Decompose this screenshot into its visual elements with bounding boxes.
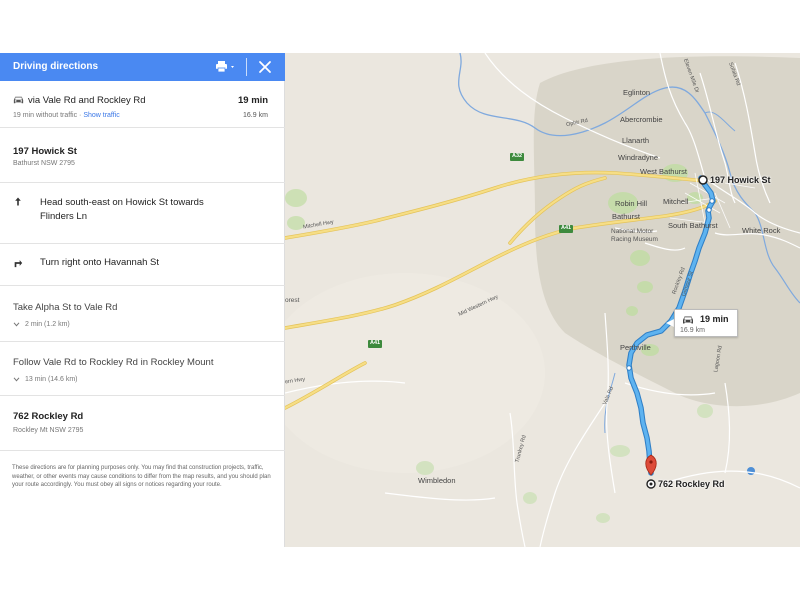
group-title: Take Alpha St to Vale Rd — [13, 302, 118, 313]
directions-panel: Driving directions via Vale Rd and Rockl… — [0, 53, 285, 547]
place-abercrombie: Abercrombie — [620, 115, 663, 124]
group-alpha-st[interactable]: Take Alpha St to Vale Rd 2 min (1.2 km) — [0, 286, 285, 342]
route-callout-time: 19 min — [700, 314, 729, 324]
origin-locality: Bathurst NSW 2795 — [13, 160, 75, 167]
destination-section[interactable]: 762 Rockley Rd Rockley Mt NSW 2795 — [0, 396, 285, 451]
route-callout-tail — [666, 319, 674, 327]
route-summary[interactable]: via Vale Rd and Rockley Rd 19 min 19 min… — [0, 81, 285, 128]
place-national-motor: National Motor — [611, 228, 654, 235]
route-duration: 19 min — [238, 95, 269, 106]
origin-section[interactable]: 197 Howick St Bathurst NSW 2795 — [0, 128, 285, 183]
map-canvas[interactable]: Eglinton Abercrombie Llanarth Windradyne… — [285, 53, 800, 547]
panel-header: Driving directions — [0, 53, 285, 81]
route-traffic-line: 19 min without traffic · Show traffic — [13, 112, 120, 119]
place-windradyne: Windradyne — [618, 153, 659, 162]
place-eglinton: Eglinton — [623, 88, 651, 97]
disclaimer-text: These directions are for planning purpos… — [12, 465, 271, 489]
arrow-up-icon — [15, 197, 21, 206]
print-icon[interactable] — [215, 60, 237, 74]
origin-name: 197 Howick St — [13, 146, 77, 157]
destination-name: 762 Rockley Rd — [13, 411, 84, 422]
show-traffic-link[interactable]: Show traffic — [83, 112, 119, 119]
route-callout[interactable]: 19 min 16.9 km — [674, 309, 738, 337]
group-detail: 2 min (1.2 km) — [25, 321, 70, 328]
place-west-bathurst: West Bathurst — [640, 167, 687, 176]
place-llanarth: Llanarth — [622, 136, 650, 145]
group-title: Follow Vale Rd to Rockley Rd in Rockley … — [13, 357, 214, 368]
origin-marker — [698, 175, 708, 185]
turn-right-icon — [14, 260, 23, 268]
close-icon[interactable] — [256, 58, 274, 76]
place-mitchell: Mitchell — [663, 197, 689, 206]
origin-label[interactable]: 197 Howick St — [710, 175, 771, 185]
destination-label[interactable]: 762 Rockley Rd — [658, 479, 725, 489]
step-text: Turn right onto Havannah St — [40, 257, 159, 268]
panel-title: Driving directions — [13, 61, 99, 72]
car-icon — [13, 96, 24, 104]
place-robin-hill: Robin Hill — [615, 199, 648, 208]
place-south-bathurst: South Bathurst — [668, 221, 718, 230]
route-via-label: via Vale Rd and Rockley Rd — [28, 95, 146, 106]
header-divider — [246, 58, 247, 76]
place-wimbledon: Wimbledon — [418, 476, 456, 485]
without-traffic-text: 19 min without traffic — [13, 112, 78, 119]
car-icon — [683, 316, 693, 324]
place-white-rock: White Rock — [742, 226, 781, 235]
chevron-down-icon[interactable] — [13, 322, 20, 327]
shield-a32: A32 — [510, 153, 525, 161]
group-detail: 13 min (14.6 km) — [25, 376, 78, 383]
route-callout-distance: 16.9 km — [680, 327, 705, 334]
map-graphics — [285, 53, 800, 547]
step-text: Head south-east on Howick St towards Fli… — [40, 197, 204, 222]
place-perthville: Perthville — [620, 343, 651, 352]
place-forest-partial: orest — [285, 297, 300, 304]
place-racing-museum: Racing Museum — [611, 236, 658, 243]
shield-a41-north: A41 — [559, 225, 574, 233]
step-turn-right[interactable]: Turn right onto Havannah St — [0, 244, 285, 286]
group-vale-rd[interactable]: Follow Vale Rd to Rockley Rd in Rockley … — [0, 342, 285, 396]
chevron-down-icon[interactable] — [13, 377, 20, 382]
step-head-southeast[interactable]: Head south-east on Howick St towards Fli… — [0, 183, 285, 244]
route-distance: 16.9 km — [243, 112, 268, 119]
destination-locality: Rockley Mt NSW 2795 — [13, 427, 84, 434]
place-bathurst: Bathurst — [612, 212, 640, 221]
shield-a41-south: A41 — [368, 340, 383, 348]
